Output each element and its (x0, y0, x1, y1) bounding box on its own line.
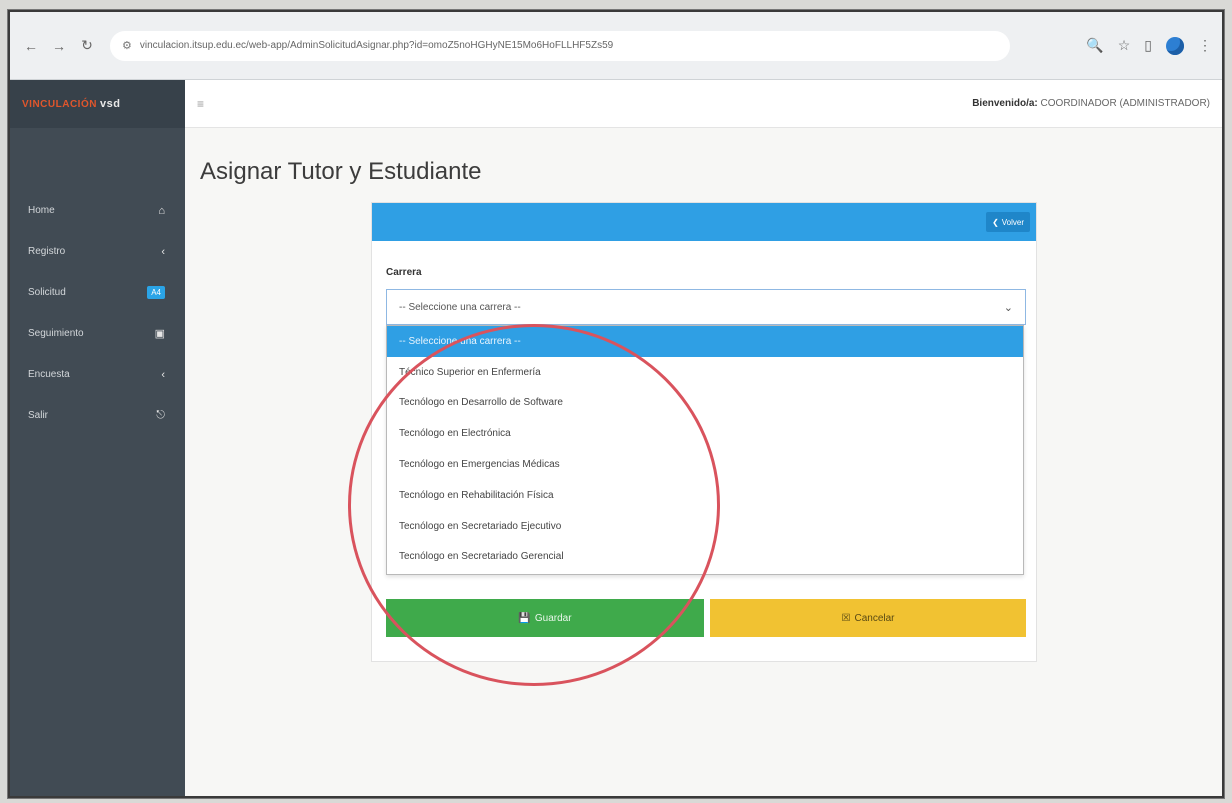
save-button[interactable]: 💾 Guardar (386, 599, 704, 637)
url-text: vinculacion.itsup.edu.ec/web-app/AdminSo… (139, 40, 614, 51)
sidebar-item-label: Home (28, 205, 55, 216)
sidebar-item-solicitud[interactable]: Solicitud A4 (10, 272, 185, 313)
dropdown-option[interactable]: Tecnólogo en Rehabilitación Física (387, 480, 1023, 511)
sidepanel-icon[interactable]: ▯ (1144, 37, 1152, 54)
logout-icon: ⎋ (156, 409, 165, 421)
back-button[interactable]: ❮ Volver (986, 212, 1030, 232)
sidebar-item-label: Registro (28, 246, 66, 257)
sidebar-item-salir[interactable]: Salir ⎋ (10, 395, 185, 436)
forward-arrow-icon[interactable]: → (48, 35, 70, 57)
home-icon: ⌂ (158, 204, 165, 217)
top-header: ≡ Bienvenido/a: COORDINADOR (ADMINISTRAD… (185, 80, 1222, 128)
dropdown-option[interactable]: Técnico Superior en Enfermería (387, 357, 1023, 388)
sidebar-item-label: Seguimiento (28, 328, 84, 339)
sidebar-item-label: Encuesta (28, 369, 70, 380)
chevron-down-icon: ⌄ (1003, 301, 1013, 314)
back-label: Volver (1001, 217, 1024, 227)
hamburger-menu-icon[interactable]: ≡ (197, 97, 204, 111)
address-bar[interactable]: ⚙ vinculacion.itsup.edu.ec/web-app/Admin… (110, 30, 1010, 61)
career-select[interactable]: -- Seleccione una carrera -- ⌄ (386, 289, 1026, 325)
brand-logo[interactable]: VINCULACIÓN vsd (10, 80, 185, 128)
page-title: Asignar Tutor y Estudiante (200, 158, 482, 185)
assign-card: ❮ Volver Carrera -- Seleccione una carre… (371, 202, 1037, 662)
dropdown-option[interactable]: Tecnólogo en Electrónica (387, 418, 1023, 449)
browser-actions: 🔍 ☆ ▯ ⋮ (1086, 36, 1212, 55)
back-circle-icon: ❮ (992, 217, 999, 227)
save-icon: 💾 (518, 612, 531, 624)
sidebar-item-label: Solicitud (28, 287, 66, 298)
career-label: Carrera (386, 267, 422, 278)
welcome-user: COORDINADOR (ADMINISTRADOR) (1040, 98, 1210, 109)
dropdown-option[interactable]: Tecnólogo en Desarrollo de Software (387, 388, 1023, 419)
cancel-button[interactable]: ☒ Cancelar (710, 599, 1026, 637)
chevron-left-icon: ‹ (161, 245, 165, 258)
dropdown-option[interactable]: Tecnólogo en Emergencias Médicas (387, 449, 1023, 480)
browser-toolbar: ← → ↻ ⚙ vinculacion.itsup.edu.ec/web-app… (10, 12, 1222, 80)
career-dropdown-list: -- Seleccione una carrera -- Técnico Sup… (386, 325, 1024, 575)
sidebar-menu: Home ⌂ Registro ‹ Solicitud A4 Seguimien… (10, 190, 185, 436)
site-settings-icon[interactable]: ⚙ (122, 39, 132, 52)
more-icon[interactable]: ⋮ (1198, 37, 1212, 54)
sidebar-item-encuesta[interactable]: Encuesta ‹ (10, 354, 185, 395)
dropdown-option[interactable]: Tecnólogo en Secretariado Ejecutivo (387, 511, 1023, 542)
brand-suffix: vsd (99, 98, 121, 110)
welcome-text: Bienvenido/a: COORDINADOR (ADMINISTRADOR… (972, 98, 1210, 109)
chevron-left-icon: ‹ (161, 368, 165, 381)
cancel-label: Cancelar (854, 612, 895, 624)
sidebar-item-home[interactable]: Home ⌂ (10, 190, 185, 231)
back-arrow-icon[interactable]: ← (20, 35, 42, 57)
welcome-prefix: Bienvenido/a: (972, 98, 1038, 109)
cancel-icon: ☒ (841, 612, 851, 624)
dropdown-option[interactable]: Tecnólogo en Secretariado Gerencial (387, 542, 1023, 573)
brand-main: VINCULACIÓN (22, 98, 97, 110)
star-icon[interactable]: ☆ (1118, 37, 1131, 54)
sidebar-item-label: Salir (28, 410, 49, 421)
save-label: Guardar (534, 612, 572, 624)
career-select-value: -- Seleccione una carrera -- (399, 301, 521, 313)
sidebar: VINCULACIÓN vsd Home ⌂ Registro ‹ Solici… (10, 80, 185, 796)
profile-icon[interactable] (1166, 36, 1184, 55)
card-header: ❮ Volver (372, 203, 1036, 241)
clipboard-icon: ▣ (154, 328, 165, 340)
zoom-icon[interactable]: 🔍 (1086, 37, 1103, 54)
sidebar-item-registro[interactable]: Registro ‹ (10, 231, 185, 272)
dropdown-option[interactable]: -- Seleccione una carrera -- (387, 326, 1023, 357)
reload-icon[interactable]: ↻ (76, 35, 98, 57)
sidebar-item-seguimiento[interactable]: Seguimiento ▣ (10, 313, 185, 354)
solicitud-badge: A4 (147, 286, 165, 299)
screenshot-photo-frame: ← → ↻ ⚙ vinculacion.itsup.edu.ec/web-app… (8, 10, 1224, 798)
